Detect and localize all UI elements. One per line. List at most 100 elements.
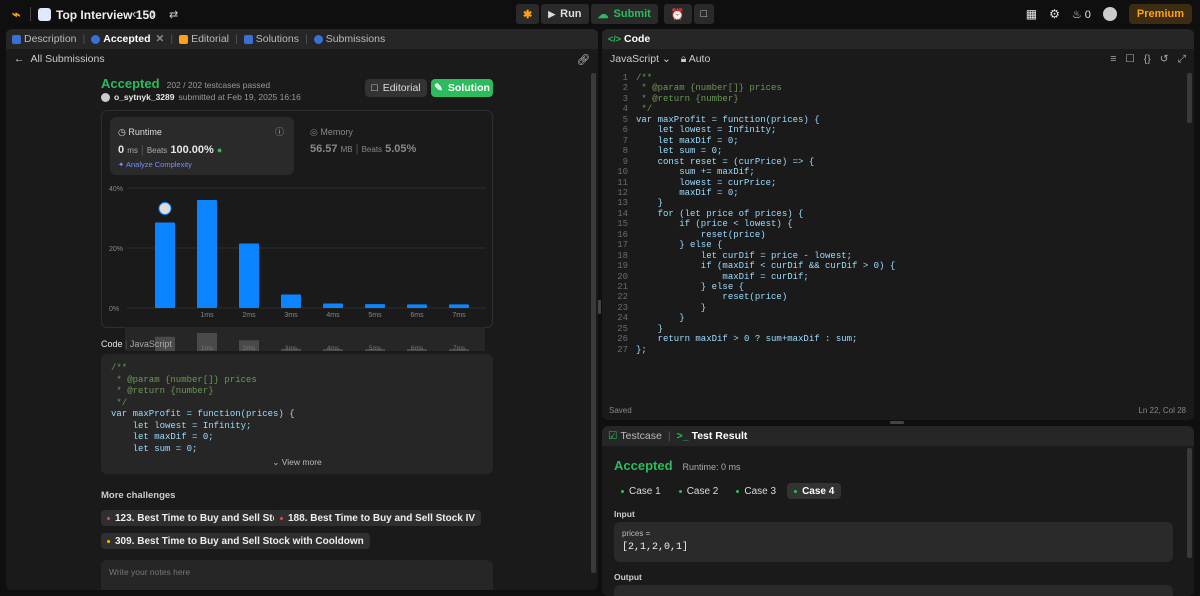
submit-button[interactable]: ☁ Submit (590, 4, 658, 24)
info-icon[interactable]: ⓘ (275, 125, 284, 138)
submission-header: ← All Submissions 🔗︎ (6, 49, 598, 69)
link-icon[interactable]: 🔗︎ (577, 53, 590, 66)
line-number: 21 (617, 282, 628, 292)
line-number: 16 (617, 229, 628, 240)
debug-button[interactable]: ✱ (516, 4, 540, 24)
shuffle-icon[interactable]: ⇄ (169, 8, 178, 21)
tab-submissions[interactable]: Submissions (313, 33, 386, 45)
memory-beats-label: Beats (361, 145, 383, 154)
runtime-value: 0 (118, 144, 125, 156)
problem-list-icon[interactable] (38, 8, 51, 21)
grid-icon[interactable]: ▦ (1026, 7, 1037, 21)
all-submissions-link[interactable]: All Submissions (31, 53, 105, 65)
tab-submissions-label: Submissions (325, 33, 386, 45)
solution-button[interactable]: ✎ Solution (431, 79, 493, 97)
reset-icon[interactable]: ↺ (1160, 53, 1169, 66)
tab-accepted[interactable]: Accepted ✕ (91, 33, 164, 45)
problem-list-title[interactable]: Top Interview 150 (56, 8, 156, 22)
tab-solutions[interactable]: Solutions (243, 33, 299, 45)
analyze-complexity-link[interactable]: ✦ Analyze Complexity (118, 160, 192, 169)
line-number: 11 (617, 177, 628, 188)
terminal-icon: >_ (676, 430, 689, 442)
notes-button[interactable]: □ (693, 4, 715, 24)
vertical-splitter-handle[interactable] (598, 300, 601, 314)
line-number: 5 (622, 114, 628, 125)
overview-tick-label: 3ms (285, 345, 298, 352)
premium-button[interactable]: Premium (1128, 4, 1192, 24)
line-number: 13 (617, 198, 628, 209)
editorial-button[interactable]: □ Editorial (365, 79, 427, 97)
editor-toolbar: JavaScript ⌄ 🔒︎ Auto ≡ ☐ {} ↺ ⤢ (602, 49, 1194, 69)
horizontal-splitter-handle[interactable] (890, 421, 904, 424)
tab-test-result[interactable]: >_ Test Result (677, 430, 748, 442)
code-language: JavaScript (129, 339, 172, 349)
line-number: 23 (617, 302, 628, 313)
code-line: reset(price) (636, 229, 766, 240)
input-label: Input (614, 509, 635, 519)
case-4-tab[interactable]: Case 4 (787, 483, 842, 499)
bug-icon: ✱ (523, 8, 533, 21)
tab-testcase[interactable]: ☑ Testcase (608, 430, 662, 442)
fullscreen-icon[interactable]: ⤢ (1178, 53, 1186, 66)
overview-tick-label: 4ms (327, 345, 340, 352)
prev-problem-icon[interactable]: ‹ (132, 6, 136, 21)
input-box: prices = [2,1,2,0,1] (614, 522, 1173, 562)
next-problem-icon[interactable]: › (151, 6, 155, 21)
memory-result[interactable]: 56.57 MB | Beats 5.05% (310, 143, 416, 155)
case-1-tab[interactable]: Case 1 (614, 483, 668, 499)
close-tab-icon[interactable]: ✕ (156, 33, 165, 45)
editor-scrollbar[interactable] (1187, 73, 1192, 123)
language-select[interactable]: JavaScript ⌄ (610, 53, 671, 65)
bookmark-icon[interactable]: ☐ (1125, 53, 1134, 66)
code-line: var maxProfit = function(prices) { (636, 114, 820, 125)
tab-editorial[interactable]: Editorial (179, 33, 229, 45)
runtime-card[interactable]: ◷ Runtime ⓘ 0 ms | Beats 100.00% ● ✦ Ana… (110, 117, 294, 175)
console-scrollbar[interactable] (1187, 448, 1192, 558)
y-tick-label: 0% (109, 306, 119, 313)
challenge-309[interactable]: 309. Best Time to Buy and Sell Stock wit… (101, 533, 370, 549)
auto-mode[interactable]: 🔒︎ Auto (681, 53, 711, 66)
code-line: } (636, 302, 707, 313)
case-2-label: Case 2 (686, 485, 719, 497)
timer-button[interactable]: ⏰ (663, 4, 692, 24)
view-more-button[interactable]: ⌄ View more (101, 457, 493, 468)
top-right-controls: ▦ ⚙ ♨ 0 Premium (1026, 4, 1192, 24)
output-label: Output (614, 572, 642, 582)
x-tick-label: 3ms (284, 312, 298, 319)
streak-counter[interactable]: ♨ 0 (1072, 8, 1091, 21)
challenge-188[interactable]: 188. Best Time to Buy and Sell Stock IV (274, 510, 482, 526)
pass-dot-icon (736, 489, 740, 493)
avatar[interactable] (1102, 7, 1117, 21)
notes-area[interactable]: Write your notes here (101, 560, 493, 590)
x-tick-label: 5ms (368, 312, 382, 319)
case-2-tab[interactable]: Case 2 (672, 483, 726, 499)
memory-value: 56.57 (310, 143, 338, 155)
tab-code[interactable]: </> Code (608, 33, 650, 45)
format-icon[interactable]: ≡ (1110, 53, 1116, 66)
preview-line-2: * @param {number[]} prices (111, 374, 257, 385)
braces-icon[interactable]: {} (1144, 53, 1151, 66)
preview-line-6: let lowest = Infinity; (111, 420, 252, 431)
x-tick-label: 7ms (452, 312, 466, 319)
histogram-bar (365, 304, 385, 308)
case-3-tab[interactable]: Case 3 (729, 483, 783, 499)
case-tabs: Case 1 Case 2 Case 3 Case 4 (614, 483, 842, 499)
username[interactable]: o_sytnyk_3289 (114, 92, 175, 102)
settings-icon[interactable]: ⚙ (1049, 7, 1060, 21)
tab-description[interactable]: Description (12, 33, 77, 45)
solution-button-label: Solution (447, 82, 490, 94)
alarm-icon: ⏰ (670, 8, 685, 21)
code-line: return maxDif > 0 ? sum+maxDif : sum; (636, 334, 858, 345)
console-panel: ☑ Testcase | >_ Test Result Accepted Runti… (602, 426, 1194, 596)
left-scrollbar[interactable] (591, 73, 596, 573)
book-icon (179, 34, 189, 44)
memory-title[interactable]: ◎ Memory (310, 127, 353, 138)
leetcode-logo[interactable]: ⌁ (12, 6, 28, 22)
auto-label: Auto (688, 52, 711, 65)
runtime-result: 0 ms | Beats 100.00% ● (118, 144, 223, 156)
run-button[interactable]: ▶ Run (541, 4, 589, 24)
memory-chip-icon: ◎ (310, 127, 318, 137)
code-line: /** (636, 73, 653, 83)
back-arrow-icon[interactable]: ← (14, 53, 25, 65)
runtime-distribution-chart: 40% 20% 0% 1ms 2ms 3ms 4ms 5ms 6ms 7ms 1ms 2ms 3ms 4m… (109, 186, 486, 352)
